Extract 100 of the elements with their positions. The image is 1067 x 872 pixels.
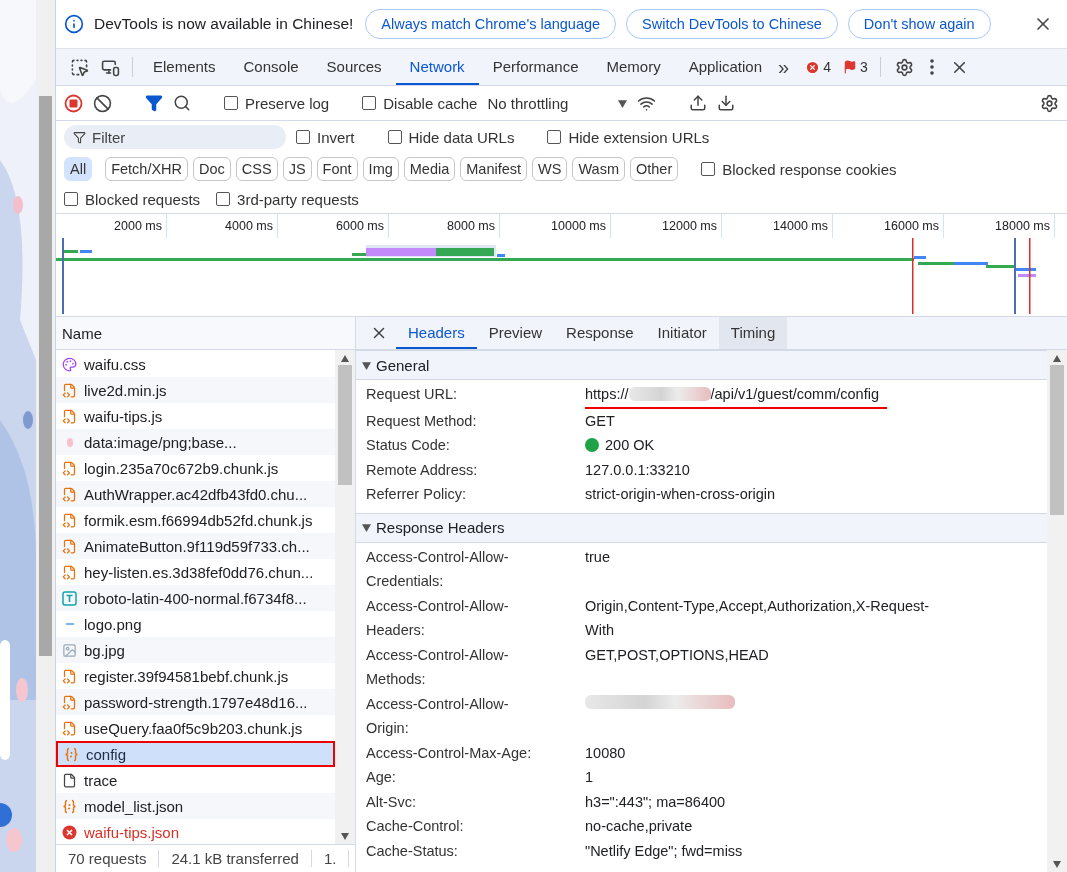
header-name: Access-Control-Allow-Methods: — [366, 645, 510, 689]
header-name: Access-Control-Max-Age: — [366, 743, 533, 763]
cursor-box-icon — [70, 57, 89, 77]
import-button[interactable] — [689, 94, 708, 112]
type-filter-chip[interactable]: JS — [282, 157, 312, 181]
type-filter-chip[interactable]: Fetch/XHR — [105, 157, 189, 181]
record-button[interactable] — [64, 93, 83, 113]
clear-button[interactable] — [93, 93, 112, 113]
infobar-button[interactable]: Switch DevTools to Chinese — [626, 9, 838, 39]
page-scrollbar[interactable] — [36, 0, 55, 872]
warning-count[interactable]: 3 — [843, 49, 868, 85]
detail-tab[interactable]: Timing — [718, 317, 788, 349]
scroll-down-icon — [341, 832, 349, 840]
request-row[interactable]: AnimateButton.9f119d59f733.ch... — [56, 533, 335, 559]
details-scrollbar[interactable] — [1047, 350, 1067, 872]
export-button[interactable] — [717, 94, 736, 112]
scrollbar-thumb[interactable] — [1050, 365, 1064, 515]
header-name: Referrer Policy: — [366, 485, 467, 504]
header-value: Origin,Content-Type,Accept,Authorization,X-Request-With — [585, 596, 931, 640]
download-icon — [717, 94, 736, 112]
type-filter-chip[interactable]: Other — [630, 157, 679, 181]
infobar-button[interactable]: Don't show again — [847, 9, 991, 39]
detail-tab[interactable]: Response — [554, 317, 646, 349]
list-scrollbar[interactable] — [335, 350, 355, 844]
header-value: true — [585, 547, 611, 567]
flag-icon — [843, 60, 857, 74]
filter-checkbox[interactable]: Blocked requests — [64, 190, 201, 208]
error-icon — [805, 59, 821, 75]
dropdown-caret-icon — [618, 98, 628, 108]
header-name: Access-Control-Allow-Origin: — [366, 694, 510, 738]
name-column-header[interactable]: Name — [56, 317, 355, 350]
filter-field[interactable]: Filter — [64, 125, 286, 149]
infobar-button[interactable]: Always match Chrome's language — [365, 9, 617, 39]
header-name: Request Method: — [366, 411, 478, 431]
gear-icon — [894, 57, 914, 77]
filter-checkbox[interactable]: Invert — [296, 128, 355, 146]
stop-record-icon — [64, 93, 83, 113]
type-filter-chip[interactable]: Font — [316, 157, 358, 181]
filter-checkbox[interactable]: 3rd-party requests — [216, 190, 359, 208]
panel-tab[interactable]: Memory — [592, 49, 675, 85]
funnel-icon — [145, 94, 163, 112]
type-filter-chip[interactable]: All — [64, 157, 93, 181]
code-file-icon — [62, 694, 77, 710]
header-value: 10080 — [585, 743, 627, 763]
filter-button[interactable] — [145, 94, 163, 112]
type-filter-chip[interactable]: Wasm — [572, 157, 625, 181]
section-header[interactable]: General — [356, 350, 1047, 380]
infobar-message: DevTools is now available in Chinese! — [94, 15, 354, 33]
request-row[interactable]: AuthWrapper.ac42dfb43fd0.chu... — [56, 481, 335, 507]
request-url: https:// /api/v1/guest/comm/config — [585, 382, 887, 409]
type-filter-chip[interactable]: Media — [403, 157, 456, 181]
palette-icon — [62, 356, 77, 372]
filter-checkbox[interactable]: Hide data URLs — [387, 128, 515, 146]
header-value: 200 OK — [585, 433, 945, 458]
panel-tab[interactable]: Performance — [478, 49, 593, 85]
detail-tab[interactable]: Initiator — [645, 317, 719, 349]
panel-tab[interactable]: Console — [229, 49, 313, 85]
type-filter-chip[interactable]: Manifest — [460, 157, 528, 181]
type-filter-chip[interactable]: Img — [362, 157, 399, 181]
timeline-tick: 10000 ms — [500, 214, 611, 238]
detail-tab[interactable]: Preview — [476, 317, 555, 349]
request-row[interactable]: config — [56, 741, 335, 767]
panel-tab[interactable]: Network — [395, 49, 479, 85]
section-header[interactable]: Response Headers — [356, 512, 1047, 543]
type-filter-chip[interactable]: CSS — [235, 157, 278, 181]
request-row[interactable]: live2d.min.js — [56, 377, 335, 403]
header-name: Access-Control-Allow-Headers: — [366, 596, 510, 640]
header-name: Access-Control-Allow-Credentials: — [366, 547, 510, 591]
petal-icon — [66, 437, 73, 447]
request-row[interactable]: model_list.json — [56, 793, 335, 819]
error-count[interactable]: 4 — [805, 49, 831, 85]
request-row[interactable]: password-strength.1797e48d16... — [56, 689, 335, 715]
disable-cache-checkbox[interactable]: Disable cache — [362, 94, 478, 112]
type-filter-chip[interactable]: Doc — [193, 157, 231, 181]
scrollbar-thumb[interactable] — [338, 365, 352, 485]
panel-tab[interactable]: Sources — [312, 49, 396, 85]
code-file-icon — [62, 460, 77, 476]
header-value: 127.0.0.1:33210 — [585, 460, 691, 480]
search-icon — [173, 94, 191, 112]
request-row[interactable]: data:image/png;base... — [56, 429, 335, 455]
panel-tab[interactable]: Elements — [139, 49, 230, 85]
request-row[interactable]: roboto-latin-400-normal.f6734f8... — [56, 585, 335, 611]
scroll-down-icon — [1053, 860, 1061, 868]
image-file-icon — [62, 642, 77, 658]
header-value: 1 — [585, 768, 595, 787]
throttling-select[interactable]: No throttling — [487, 94, 628, 112]
panel-tab[interactable]: Application — [674, 49, 777, 85]
type-filter-chip[interactable]: WS — [532, 157, 568, 181]
search-button[interactable] — [173, 94, 191, 112]
filter-checkbox[interactable]: Hide extension URLs — [547, 128, 710, 146]
request-row[interactable]: bg.jpg — [56, 637, 335, 663]
settings-button[interactable] — [1040, 93, 1059, 113]
more-tabs-button[interactable]: » — [776, 49, 800, 85]
preserve-log-checkbox[interactable]: Preserve log — [224, 94, 330, 112]
header-value: h3=":443"; ma=86400 — [585, 792, 727, 812]
blocked-cookies-checkbox[interactable]: Blocked response cookies — [701, 160, 897, 178]
code-file-icon — [62, 486, 77, 502]
header-value: GET — [585, 411, 616, 431]
status-text: 70 requests — [56, 850, 160, 867]
scroll-up-icon — [341, 354, 349, 362]
